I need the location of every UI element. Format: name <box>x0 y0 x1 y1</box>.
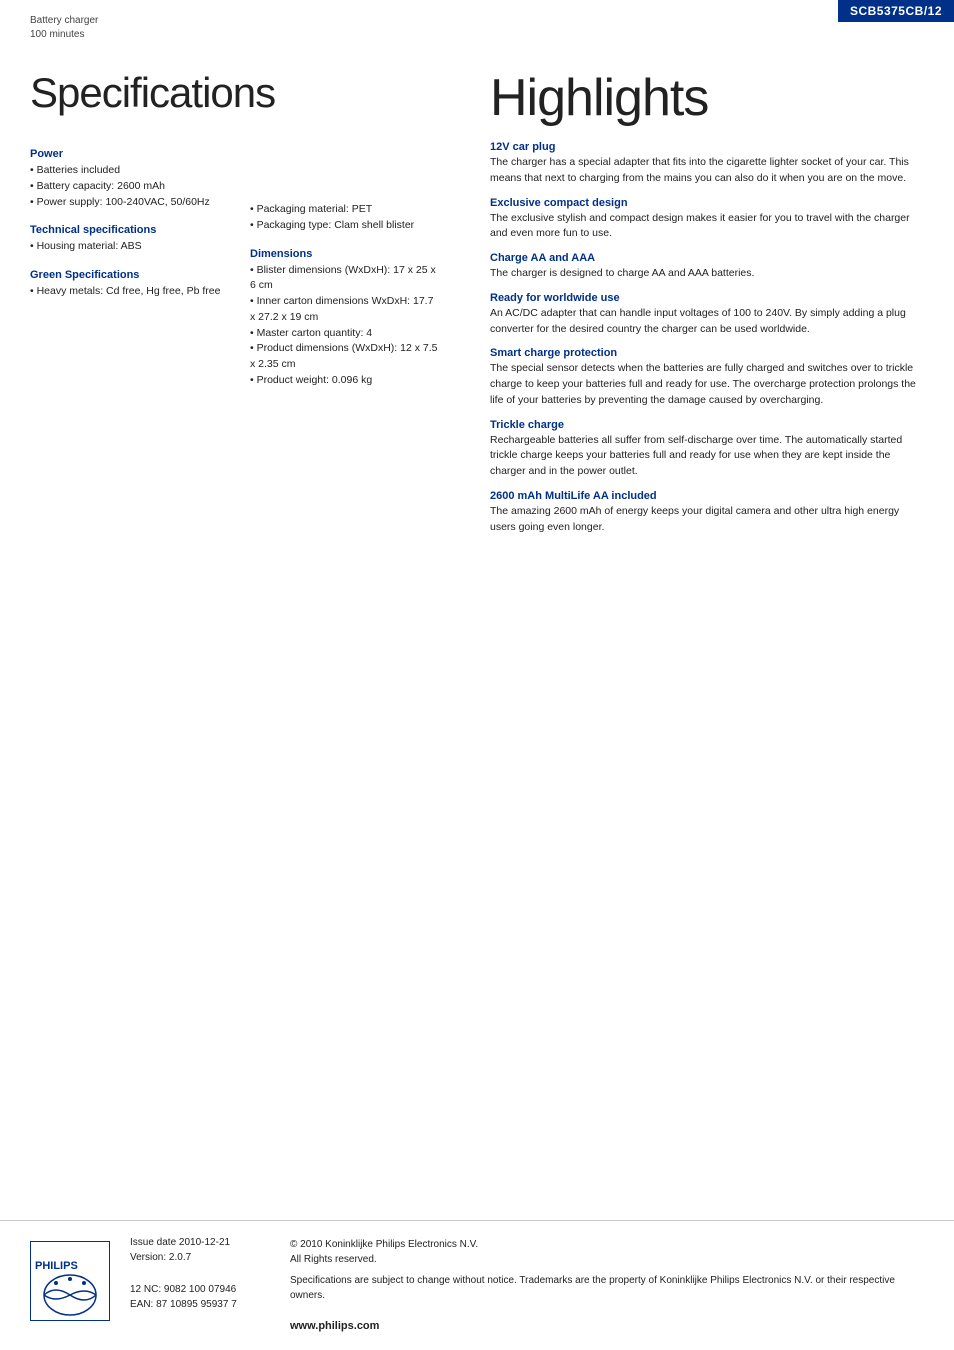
highlight-smart-charge: Smart charge protection The special sens… <box>490 347 924 408</box>
specs-right-subcol: Packaging material: PET Packaging type: … <box>250 134 440 389</box>
list-item: Battery capacity: 2600 mAh <box>30 179 230 195</box>
tech-specs-list: Housing material: ABS <box>30 239 230 255</box>
highlight-trickle-charge: Trickle charge Rechargeable batteries al… <box>490 419 924 480</box>
specs-title: Specifications <box>30 70 440 116</box>
dimensions-heading: Dimensions <box>250 248 440 260</box>
list-item: Housing material: ABS <box>30 239 230 255</box>
copyright: © 2010 Koninklijke Philips Electronics N… <box>290 1237 924 1267</box>
list-item: Blister dimensions (WxDxH): 17 x 25 x 6 … <box>250 263 440 295</box>
product-code: SCB5375CB/12 <box>838 0 954 22</box>
highlight-2600mah: 2600 mAh MultiLife AA included The amazi… <box>490 490 924 536</box>
issue-date: Issue date 2010-12-21 <box>130 1237 270 1248</box>
specifications-column: Specifications Power Batteries included … <box>0 60 470 565</box>
product-label-line1: Battery charger <box>30 14 98 28</box>
power-list: Batteries included Battery capacity: 260… <box>30 163 230 210</box>
dimensions-list: Blister dimensions (WxDxH): 17 x 25 x 6 … <box>250 263 440 389</box>
footer-legal: © 2010 Koninklijke Philips Electronics N… <box>290 1237 924 1335</box>
highlight-heading: Smart charge protection <box>490 347 924 359</box>
highlight-text: The charger is designed to charge AA and… <box>490 266 924 282</box>
tech-specs-heading: Technical specifications <box>30 224 230 236</box>
green-specs-heading: Green Specifications <box>30 269 230 281</box>
green-specs-list: Heavy metals: Cd free, Hg free, Pb free <box>30 284 230 300</box>
list-item: Product dimensions (WxDxH): 12 x 7.5 x 2… <box>250 341 440 373</box>
highlight-heading: Exclusive compact design <box>490 197 924 209</box>
highlight-heading: Ready for worldwide use <box>490 292 924 304</box>
philips-logo: PHILIPS <box>30 1241 110 1324</box>
list-item: Packaging type: Clam shell blister <box>250 218 440 234</box>
highlights-title: Highlights <box>490 70 924 127</box>
highlight-worldwide-use: Ready for worldwide use An AC/DC adapter… <box>490 292 924 338</box>
highlight-heading: 2600 mAh MultiLife AA included <box>490 490 924 502</box>
version: Version: 2.0.7 <box>130 1252 270 1263</box>
legal-text: Specifications are subject to change wit… <box>290 1273 924 1303</box>
list-item: Master carton quantity: 4 <box>250 326 440 342</box>
list-item: Packaging material: PET <box>250 202 440 218</box>
footer-meta: Issue date 2010-12-21 Version: 2.0.7 12 … <box>130 1237 270 1312</box>
ean-number: EAN: 87 10895 95937 7 <box>130 1297 270 1312</box>
list-item: Heavy metals: Cd free, Hg free, Pb free <box>30 284 230 300</box>
copyright-line1: © 2010 Koninklijke Philips Electronics N… <box>290 1237 924 1252</box>
list-item: Inner carton dimensions WxDxH: 17.7 x 27… <box>250 294 440 326</box>
highlight-text: The exclusive stylish and compact design… <box>490 211 924 243</box>
highlight-heading: 12V car plug <box>490 141 924 153</box>
packaging-section: Packaging material: PET Packaging type: … <box>250 202 440 234</box>
highlight-compact-design: Exclusive compact design The exclusive s… <box>490 197 924 243</box>
highlight-text: Rechargeable batteries all suffer from s… <box>490 433 924 480</box>
highlights-column: Highlights 12V car plug The charger has … <box>470 60 954 565</box>
highlight-text: The charger has a special adapter that f… <box>490 155 924 187</box>
power-heading: Power <box>30 148 230 160</box>
copyright-line2: All Rights reserved. <box>290 1252 924 1267</box>
highlight-charge-aa-aaa: Charge AA and AAA The charger is designe… <box>490 252 924 282</box>
packaging-list: Packaging material: PET Packaging type: … <box>250 202 440 234</box>
product-label: Battery charger 100 minutes <box>30 14 98 42</box>
list-item: Product weight: 0.096 kg <box>250 373 440 389</box>
nc-ean: 12 NC: 9082 100 07946 EAN: 87 10895 9593… <box>130 1282 270 1312</box>
specs-columns: Power Batteries included Battery capacit… <box>30 134 440 389</box>
specs-left-subcol: Power Batteries included Battery capacit… <box>30 134 230 389</box>
highlight-heading: Charge AA and AAA <box>490 252 924 264</box>
highlight-text: An AC/DC adapter that can handle input v… <box>490 306 924 338</box>
highlight-heading: Trickle charge <box>490 419 924 431</box>
highlight-text: The amazing 2600 mAh of energy keeps you… <box>490 504 924 536</box>
list-item: Power supply: 100-240VAC, 50/60Hz <box>30 195 230 211</box>
highlight-text: The special sensor detects when the batt… <box>490 361 924 408</box>
footer: PHILIPS Issue date 2010-12-21 Version: 2… <box>0 1220 954 1350</box>
svg-text:PHILIPS: PHILIPS <box>35 1260 78 1272</box>
nc-number: 12 NC: 9082 100 07946 <box>130 1282 270 1297</box>
highlight-12v-car-plug: 12V car plug The charger has a special a… <box>490 141 924 187</box>
list-item: Batteries included <box>30 163 230 179</box>
product-label-line2: 100 minutes <box>30 28 98 42</box>
website: www.philips.com <box>290 1318 924 1335</box>
